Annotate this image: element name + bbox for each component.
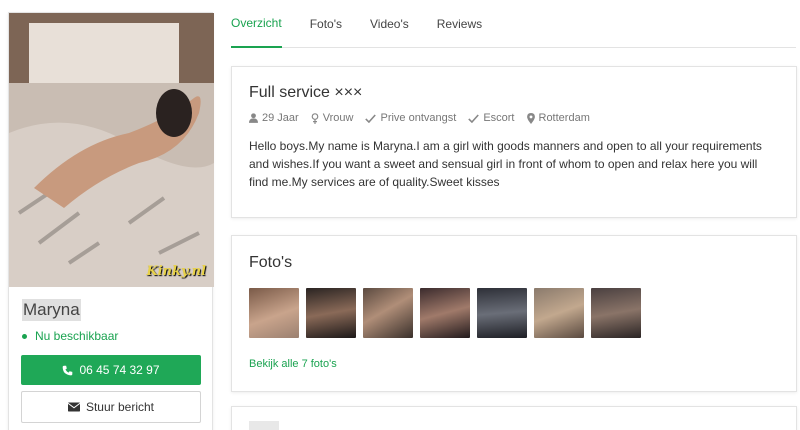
about-card: Full service ××× 29 Jaar Vrouw Prive ont… [231, 66, 797, 218]
meta-escort: Escort [468, 112, 515, 124]
next-section-card [231, 406, 797, 430]
photos-title: Foto's [249, 254, 293, 271]
photo-thumbnail[interactable] [306, 288, 356, 338]
photo-thumbnail[interactable] [363, 288, 413, 338]
profile-description: Hello boys.My name is Maryna.I am a girl… [249, 139, 762, 189]
user-icon [249, 113, 258, 123]
send-message-label: Stuur bericht [85, 400, 155, 414]
meta-gender-label: Vrouw [322, 112, 354, 124]
photo-thumbnail[interactable] [534, 288, 584, 338]
status-dot-icon [22, 333, 27, 339]
tab-overzicht[interactable]: Overzicht [231, 0, 282, 48]
tab-fotos[interactable]: Foto's [310, 0, 342, 48]
check-icon [365, 113, 377, 123]
meta-age-label: 29 Jaar [262, 112, 299, 124]
meta-private: Prive ontvangst [365, 112, 456, 124]
photo-thumbnail[interactable] [591, 288, 641, 338]
send-message-button[interactable]: Stuur bericht [21, 391, 201, 423]
tab-reviews[interactable]: Reviews [437, 0, 482, 48]
photo-thumbnails [249, 288, 648, 338]
next-section-title-peek [249, 421, 279, 430]
profile-meta: 29 Jaar Vrouw Prive ontvangst Escort Rot… [249, 112, 602, 124]
availability-status: Nu beschikbaar [22, 329, 118, 343]
phone-icon [63, 365, 73, 375]
call-button[interactable]: 06 45 74 32 97 [21, 355, 201, 385]
photo-thumbnail[interactable] [477, 288, 527, 338]
about-title: Full service ××× [249, 84, 363, 101]
photo-thumbnail[interactable] [420, 288, 470, 338]
profile-photo[interactable]: Kinky.nl [9, 13, 214, 287]
profile-sidebar: Kinky.nl Maryna Nu beschikbaar 06 45 74 … [8, 12, 214, 430]
profile-tabs: Overzicht Foto's Video's Reviews [231, 0, 796, 48]
meta-location: Rotterdam [526, 112, 590, 124]
view-all-photos-link[interactable]: Bekijk alle 7 foto's [249, 358, 337, 370]
photos-card: Foto's Bekijk alle 7 foto's [231, 235, 797, 392]
photo-thumbnail[interactable] [249, 288, 299, 338]
photo-watermark: Kinky.nl [146, 264, 206, 279]
meta-age: 29 Jaar [249, 112, 299, 124]
gender-icon [311, 112, 319, 124]
status-label: Nu beschikbaar [35, 329, 119, 343]
profile-name: Maryna [22, 299, 81, 321]
map-pin-icon [526, 112, 535, 124]
envelope-icon [67, 402, 80, 412]
check-icon [468, 113, 480, 123]
call-button-label: 06 45 74 32 97 [79, 363, 160, 377]
meta-escort-label: Escort [483, 112, 515, 124]
profile-photo-illustration [9, 13, 214, 287]
tab-videos[interactable]: Video's [370, 0, 409, 48]
meta-location-label: Rotterdam [538, 112, 590, 124]
meta-private-label: Prive ontvangst [380, 112, 457, 124]
meta-gender: Vrouw [311, 112, 354, 124]
